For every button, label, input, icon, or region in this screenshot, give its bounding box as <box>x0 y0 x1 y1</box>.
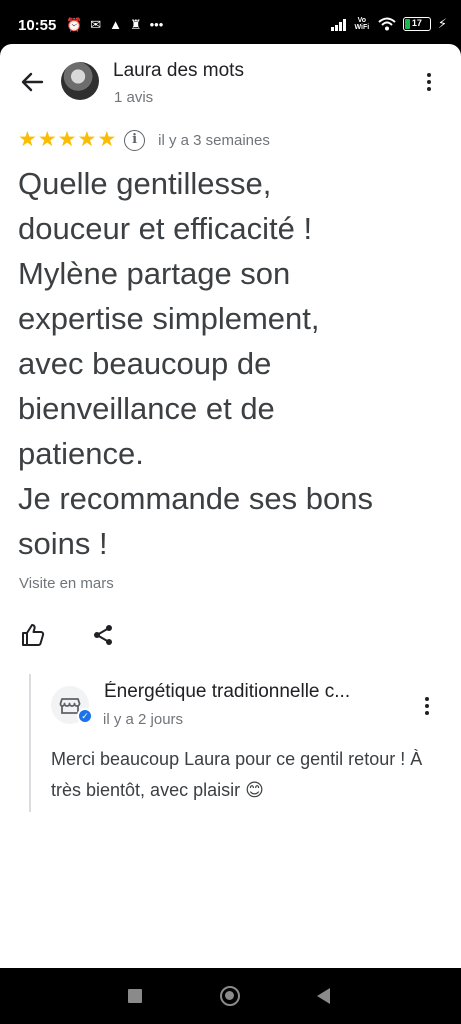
signal-icon <box>330 18 346 31</box>
reply-more-options-button[interactable] <box>415 694 439 718</box>
alarm-icon: ⏰ <box>66 17 83 32</box>
status-bar: 10:55 ⏰ ✉ ▲ ♜ ••• Vo WiFi 17 ⚡ <box>0 0 461 48</box>
author-avatar[interactable] <box>61 62 99 100</box>
more-vert-icon <box>425 697 429 715</box>
lock-icon: ♜ <box>129 17 142 32</box>
owner-reply: ✓ Énergétique traditionnelle c... il y a… <box>29 674 439 812</box>
notification-icons: ⏰ ✉ ▲ ♜ ••• <box>66 17 163 33</box>
nav-back-button[interactable] <box>317 988 330 1004</box>
review-date: il y a 3 semaines <box>158 131 270 149</box>
info-icon[interactable]: i <box>124 129 146 151</box>
star-icon: ★ <box>97 128 117 151</box>
recents-button[interactable] <box>128 989 142 1003</box>
reply-text: Merci beaucoup Laura pour ce gentil reto… <box>51 749 423 800</box>
review-text: Quelle gentillesse, douceur et efficacit… <box>18 166 373 561</box>
visit-info: Visite en mars <box>19 575 114 592</box>
more-vert-icon <box>427 73 431 91</box>
charging-icon: ⚡ <box>437 16 447 31</box>
rating-row: ★ ★ ★ ★ ★ i il y a 3 semaines <box>18 128 270 152</box>
vowifi-icon: Vo WiFi <box>354 17 370 31</box>
back-arrow-icon <box>21 72 44 92</box>
system-icons: Vo WiFi 17 ⚡ <box>330 16 447 32</box>
star-icon: ★ <box>57 128 77 151</box>
author-name[interactable]: Laura des mots <box>113 60 244 82</box>
review-sheet: Laura des mots 1 avis ★ ★ ★ ★ ★ i il y a… <box>0 44 461 968</box>
more-notifications-icon: ••• <box>149 17 164 32</box>
like-button[interactable] <box>20 622 46 648</box>
battery-level: 17 <box>411 18 422 28</box>
author-review-count: 1 avis <box>114 89 154 106</box>
back-button[interactable] <box>16 66 48 98</box>
chat-icon: ✉ <box>90 17 102 32</box>
navigation-bar <box>0 968 461 1024</box>
wifi-icon <box>378 17 396 31</box>
star-icon: ★ <box>77 128 97 151</box>
share-button[interactable] <box>90 622 116 648</box>
home-button[interactable] <box>220 986 240 1006</box>
star-icon: ★ <box>18 128 37 151</box>
share-icon <box>94 625 112 645</box>
status-time: 10:55 <box>18 17 57 34</box>
vpn-icon: ▲ <box>109 17 122 32</box>
star-icon: ★ <box>37 128 57 151</box>
verified-badge-icon: ✓ <box>77 708 93 724</box>
owner-name[interactable]: Énergétique traditionnelle c... <box>104 681 404 703</box>
battery-icon: 17 <box>402 17 431 31</box>
star-rating: ★ ★ ★ ★ ★ <box>18 129 116 151</box>
reply-date: il y a 2 jours <box>103 711 184 728</box>
more-options-button[interactable] <box>417 70 441 94</box>
thumb-up-icon <box>22 624 45 646</box>
